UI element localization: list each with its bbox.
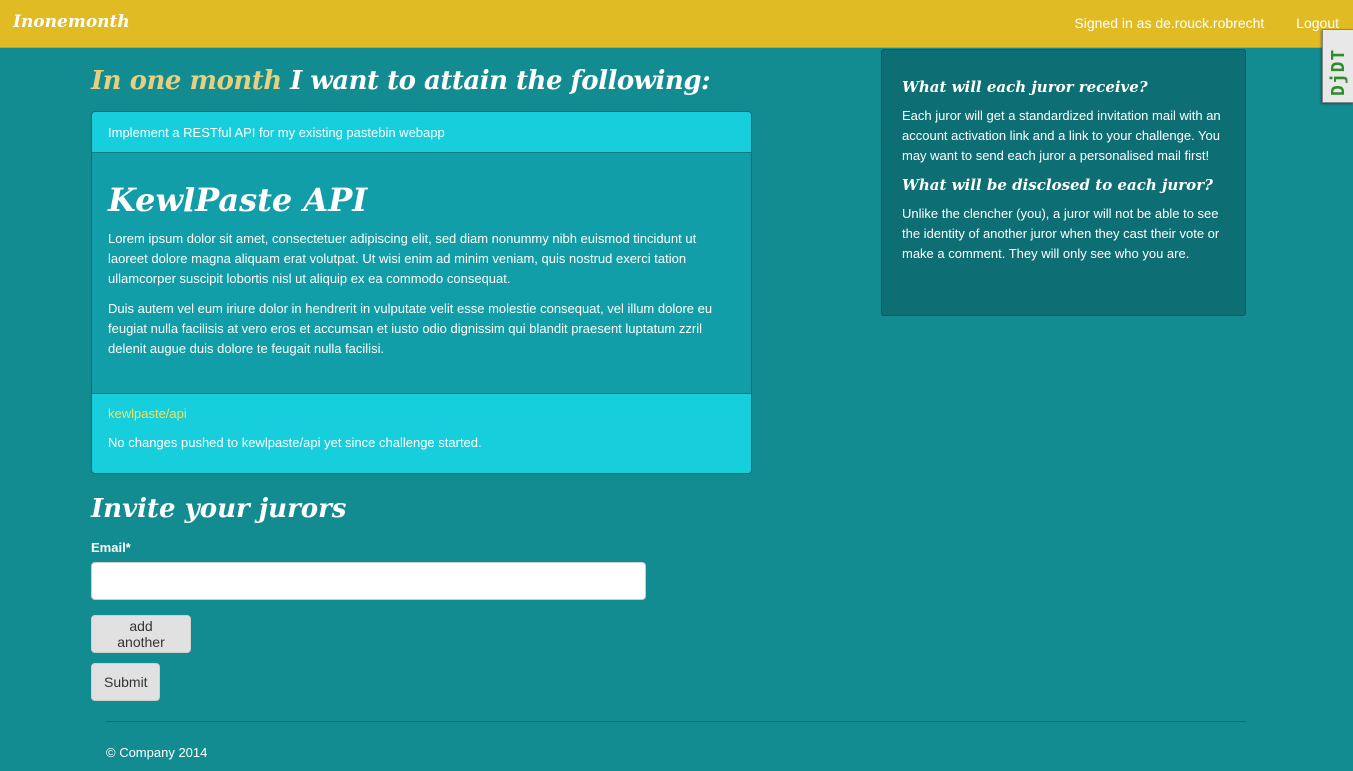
nav-right: Signed in as de.rouck.robrecht Logout (1074, 15, 1339, 31)
add-another-button[interactable]: add another (91, 615, 191, 653)
goal-paragraph-1: Lorem ipsum dolor sit amet, consectetuer… (108, 231, 697, 286)
invite-heading: Invite your jurors (91, 494, 347, 524)
goal-panel: Implement a RESTful API for my existing … (91, 111, 752, 474)
brand-link[interactable]: Inonemonth (13, 12, 130, 32)
juror-disclosed-answer: Unlike the clencher (you), a juror will … (902, 206, 1220, 261)
debug-toolbar-handle[interactable]: DjDT (1322, 29, 1353, 103)
navbar: Inonemonth Signed in as de.rouck.robrech… (0, 0, 1353, 48)
juror-receive-question: What will each juror receive? (902, 78, 1148, 96)
goal-title: KewlPaste API (108, 181, 368, 219)
goal-body: KewlPaste API Lorem ipsum dolor sit amet… (92, 153, 751, 393)
repo-link[interactable]: kewlpaste/api (108, 406, 735, 421)
juror-receive-answer: Each juror will get a standardized invit… (902, 108, 1221, 163)
juror-disclosed-question: What will be disclosed to each juror? (902, 176, 1213, 194)
goal-heading: In one month I want to attain the follow… (91, 66, 711, 96)
goal-heading-rest: I want to attain the following: (281, 66, 711, 96)
goal-heading-accent: In one month (91, 66, 282, 96)
repo-section: kewlpaste/api No changes pushed to kewlp… (92, 393, 751, 473)
email-input[interactable] (91, 562, 646, 600)
debug-toolbar-label: DjDT (1328, 48, 1349, 96)
goal-paragraph-2: Duis autem vel eum iriure dolor in hendr… (108, 301, 713, 356)
footer-divider (106, 721, 1246, 722)
email-label: Email* (91, 540, 131, 555)
goal-summary: Implement a RESTful API for my existing … (92, 112, 751, 153)
submit-button[interactable]: Submit (91, 663, 160, 701)
info-sidebar: What will each juror receive? Each juror… (881, 49, 1246, 316)
footer-copyright: © Company 2014 (106, 745, 208, 760)
repo-status: No changes pushed to kewlpaste/api yet s… (108, 435, 482, 450)
signed-in-text[interactable]: Signed in as de.rouck.robrecht (1074, 15, 1264, 31)
